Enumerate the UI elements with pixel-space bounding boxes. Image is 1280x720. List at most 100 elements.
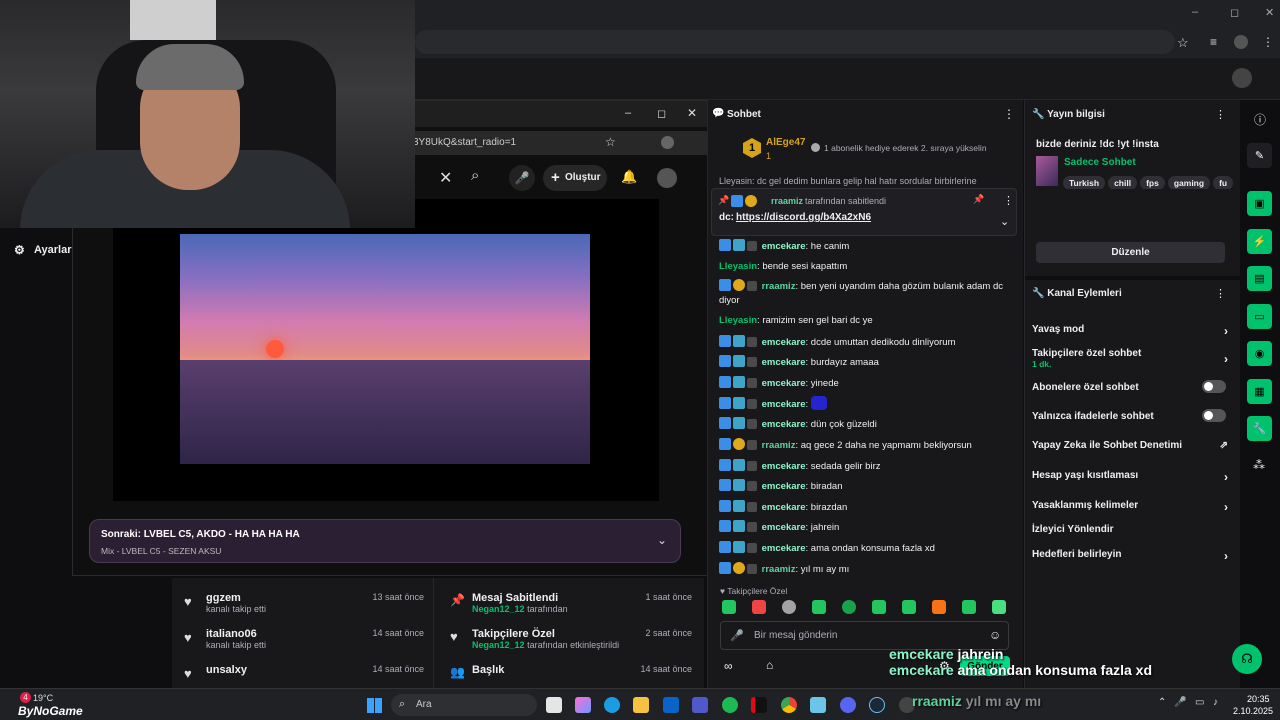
chat-message[interactable]: emcekare: dün çok güzeldi — [719, 417, 1011, 432]
points-icon[interactable]: ∞ — [724, 659, 733, 673]
copilot-icon[interactable] — [575, 697, 591, 713]
unpin-icon[interactable]: 📌 — [973, 194, 984, 205]
action-banned-words[interactable]: Yasaklanmış kelimeler › — [1032, 500, 1228, 514]
address-bar[interactable] — [415, 30, 1175, 54]
outlook-icon[interactable] — [663, 697, 679, 713]
video-player[interactable] — [113, 199, 659, 501]
emote-icon[interactable] — [872, 600, 886, 614]
chat-message[interactable]: emcekare: dcde umuttan dedikodu dinliyor… — [719, 335, 1011, 350]
spotify-icon[interactable] — [722, 697, 738, 713]
close-icon[interactable]: ✕ — [1265, 6, 1274, 19]
chat-username[interactable]: emcekare — [762, 419, 806, 430]
chat-username[interactable]: rraamiz — [762, 440, 796, 451]
teams-icon[interactable] — [692, 697, 708, 713]
mic-icon[interactable]: 🎤 — [1174, 697, 1186, 708]
chat-username[interactable]: emcekare — [762, 378, 806, 389]
discord-link[interactable]: https://discord.gg/b4Xa2xN6 — [736, 212, 871, 223]
category-name[interactable]: Sadece Sohbet — [1064, 157, 1136, 168]
activity-item[interactable]: ♥ italiano06 kanalı takip etti 14 saat ön… — [184, 628, 430, 650]
chat-message[interactable]: emcekare: birazdan — [719, 500, 1011, 515]
file-explorer-icon[interactable] — [633, 697, 649, 713]
chevron-down-icon[interactable]: ⌄ — [657, 533, 667, 547]
layout-icon[interactable]: ▦ — [1247, 379, 1272, 404]
pencil-icon[interactable]: ✎ — [1247, 143, 1272, 168]
emote-icon[interactable] — [722, 600, 736, 614]
edge-icon[interactable] — [604, 697, 620, 713]
star-icon[interactable]: ☆ — [605, 135, 616, 149]
wrench-icon[interactable]: 🔧 — [1247, 416, 1272, 441]
mic-icon[interactable]: 🎤 — [730, 629, 744, 642]
lightning-icon[interactable]: ⚡ — [1247, 229, 1272, 254]
star-icon[interactable]: ☆ — [1177, 35, 1189, 51]
tag-chip[interactable]: Turkish — [1063, 176, 1106, 189]
chat-username[interactable]: emcekare — [762, 337, 806, 348]
temperature[interactable]: 19°C — [33, 693, 53, 703]
toggle-switch[interactable] — [1202, 380, 1226, 393]
chat-username[interactable]: rraamiz — [762, 564, 796, 575]
volume-icon[interactable]: ♪ — [1213, 697, 1218, 708]
chat-message[interactable]: rraamiz: yıl mı ay mı — [719, 562, 1011, 577]
emote-icon[interactable] — [812, 600, 826, 614]
chat-username[interactable]: emcekare — [762, 461, 806, 472]
chat-username[interactable]: emcekare — [762, 399, 806, 410]
chat-username[interactable]: emcekare — [762, 241, 806, 252]
chat-message[interactable]: Lleyasin: ramizim sen gel bari dc ye — [719, 314, 1011, 328]
help-icon[interactable]: ☊ — [1232, 644, 1262, 674]
bell-icon[interactable]: 🔔 — [621, 169, 637, 185]
profile-icon[interactable] — [661, 136, 674, 149]
notes-icon[interactable]: ▤ — [1247, 266, 1272, 291]
search-icon[interactable]: ⌕ — [471, 167, 479, 184]
chat-message[interactable]: emcekare: yinede — [719, 376, 1011, 391]
chrome-icon[interactable] — [781, 697, 797, 713]
create-button[interactable]: + Oluştur — [543, 165, 607, 191]
maximize-icon[interactable]: ◻ — [657, 107, 666, 120]
chat-message[interactable]: emcekare: sedada gelir birz — [719, 459, 1011, 474]
chat-username[interactable]: Lleyasin — [719, 315, 757, 326]
action-followers-only[interactable]: Takipçilere özel sohbet 1 dk. › — [1032, 348, 1228, 369]
minimize-icon[interactable]: – — [1192, 6, 1198, 18]
action-goals[interactable]: Hedefleri belirleyin › — [1032, 549, 1228, 563]
more-icon[interactable]: ⋮ — [1215, 108, 1226, 121]
action-slow-mode[interactable]: Yavaş mod › — [1032, 324, 1228, 338]
chat-message[interactable]: emcekare: biradan — [719, 479, 1011, 494]
more-icon[interactable]: ⋮ — [1262, 35, 1274, 49]
chat-username[interactable]: rraamiz — [762, 281, 796, 292]
task-view-icon[interactable] — [546, 697, 562, 713]
avatar[interactable] — [657, 168, 677, 188]
more-icon[interactable]: ⋮ — [1003, 194, 1014, 207]
emote-icon[interactable] — [992, 600, 1006, 614]
action-emote-only[interactable]: Yalnızca ifadelerle sohbet — [1032, 409, 1228, 422]
close-icon[interactable]: ✕ — [687, 106, 697, 120]
minimize-icon[interactable]: – — [625, 107, 631, 119]
emote-icon[interactable] — [842, 600, 856, 614]
edit-button[interactable]: Düzenle — [1036, 242, 1225, 263]
chat-username[interactable]: Lleyasin — [719, 261, 757, 272]
action-raid[interactable]: İzleyici Yönlendir — [1032, 524, 1228, 535]
mic-icon[interactable]: 🎤 — [509, 165, 535, 191]
clip-icon[interactable]: ▣ — [1247, 191, 1272, 216]
chat-message[interactable]: emcekare: burdayız amaaa — [719, 355, 1011, 370]
tag-chip[interactable]: gaming — [1167, 176, 1211, 189]
up-next-panel[interactable]: Sonraki: LVBEL C5, AKDO - HA HA HA HA Mi… — [89, 519, 681, 563]
action-ai-moderation[interactable]: Yapay Zeka ile Sohbet Denetimi ⇗ — [1032, 440, 1228, 451]
tag-chip[interactable]: fu — [1213, 176, 1234, 189]
store-icon[interactable]: ⌂ — [766, 658, 773, 672]
network-icon[interactable]: ▭ — [1195, 697, 1204, 708]
menu-item-ayarlar[interactable]: ⚙ Ayarlar — [14, 243, 74, 257]
emote-icon[interactable] — [752, 600, 766, 614]
emote-icon[interactable] — [782, 600, 796, 614]
emoji-icon[interactable]: ☺ — [989, 628, 1001, 642]
add-icon[interactable]: ⁂ — [1253, 458, 1265, 472]
more-icon[interactable]: ⋮ — [1215, 287, 1226, 300]
leaderboard[interactable]: 1 AlEge47 1 1 abonelik hediye ederek 2. … — [708, 130, 1024, 170]
chat-username[interactable]: emcekare — [762, 481, 806, 492]
toggle-switch[interactable] — [1202, 409, 1226, 422]
activity-item[interactable]: 👥 Başlık 14 saat önce — [450, 664, 700, 679]
broadcast-icon[interactable]: ◉ — [1247, 341, 1272, 366]
action-account-age[interactable]: Hesap yaşı kısıtlaması › — [1032, 470, 1228, 484]
youtube-address-bar[interactable]: 3Y8UkQ&start_radio=1 ☆ — [403, 131, 709, 155]
emote-icon[interactable] — [932, 600, 946, 614]
clear-search-icon[interactable]: ✕ — [439, 168, 452, 188]
more-icon[interactable]: ⋮ — [1003, 107, 1015, 121]
chat-message[interactable]: rraamiz: aq gece 2 daha ne yapmamı bekli… — [719, 438, 1011, 453]
